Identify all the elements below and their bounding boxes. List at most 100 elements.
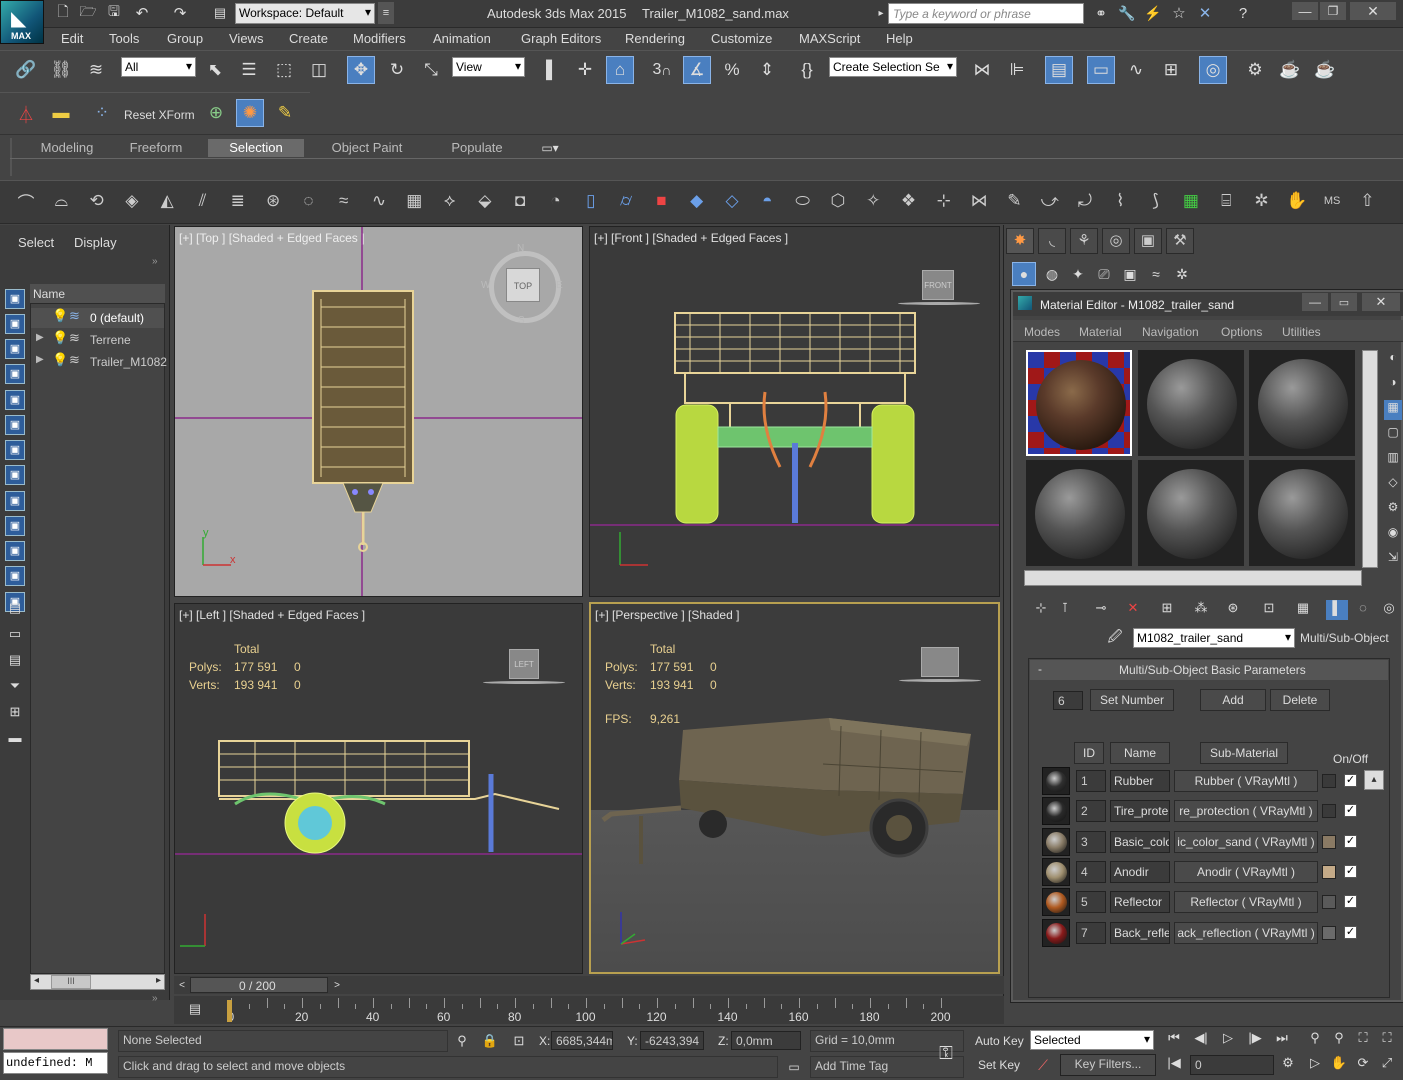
collapse-all-icon[interactable]: ▭ [6,626,24,644]
set-key-button[interactable]: Set Key [978,1058,1020,1072]
submaterial-row[interactable]: 5 Reflector Reflector ( VRayMtl ) ✓ [1038,888,1388,917]
material-id-icon[interactable]: ⊡ [1258,600,1280,620]
display-bones-icon[interactable]: ▣ [5,566,25,586]
cp-tab-display-icon[interactable]: ▣ [1134,228,1162,254]
ribbon-options-icon[interactable]: ▭▾ [535,139,565,157]
previous-frame-icon[interactable]: ◀| [1189,1030,1213,1052]
y-coordinate-field[interactable]: -6243,394 [640,1031,704,1050]
maximize-viewport-icon[interactable]: ⤢ [1376,1055,1398,1077]
submaterial-color-swatch[interactable] [1322,864,1336,879]
viewcube-front[interactable]: FRONT [922,270,954,300]
keyboard-shortcut-icon[interactable]: ⌂ [606,56,634,84]
next-frame-icon[interactable]: |▶ [1243,1030,1267,1052]
select-none-icon[interactable]: ▣ [5,314,25,334]
zoom-icon[interactable]: ⚲ [1304,1030,1326,1052]
explorer-tab-display[interactable]: Display [74,235,117,250]
me-menu-options[interactable]: Options [1221,325,1262,339]
display-shapes-icon[interactable]: ▣ [5,390,25,410]
cone-icon[interactable]: ◓ [753,187,781,215]
bulb-icon[interactable]: 💡 [52,352,68,368]
rollout-header[interactable]: - Multi/Sub-Object Basic Parameters [1030,660,1388,680]
axis-constraints-icon[interactable]: ⏃ [12,99,40,127]
submaterial-onoff-checkbox[interactable]: ✓ [1344,895,1357,909]
time-prev-icon[interactable]: < [175,977,189,993]
maxscript-icon[interactable]: MS [1318,187,1346,215]
video-color-icon[interactable]: ▥ [1384,450,1402,470]
me-menu-navigation[interactable]: Navigation [1142,325,1199,339]
spacewarps-icon[interactable]: ≈ [1144,262,1168,286]
noise-icon[interactable]: ◈ [118,187,146,215]
menu-rendering[interactable]: Rendering [625,31,685,46]
cp-tab-utilities-icon[interactable]: ⚒ [1166,228,1194,254]
cp-tab-create-icon[interactable]: ✸ [1006,228,1034,254]
spring-icon[interactable]: ⟆ [1142,187,1170,215]
display-helpers-icon[interactable]: ▣ [5,465,25,485]
submaterial-button[interactable]: Rubber ( VRayMtl ) [1174,770,1318,792]
column-submaterial-header[interactable]: Sub-Material [1200,742,1288,764]
ripple-icon[interactable]: ≈ [330,187,358,215]
explorer-row-trailer[interactable]: ▶ 💡 ≋ Trailer_M1082 [31,352,167,372]
select-scale-icon[interactable]: ⤡ [417,56,445,84]
menu-modifiers[interactable]: Modifiers [353,31,406,46]
sweep-icon[interactable]: ⤻ [1036,187,1064,215]
absolute-mode-icon[interactable]: ⊡ [509,1030,529,1052]
prism-icon[interactable]: ⬡ [824,187,852,215]
box-icon[interactable]: ◆ [683,187,711,215]
submaterial-name[interactable]: Reflector [1110,891,1170,914]
submaterial-button[interactable]: re_protection ( VRayMtl ) [1174,800,1318,823]
go-to-end-icon[interactable]: ⏭ [1270,1030,1294,1052]
pan-icon[interactable]: ✋ [1328,1055,1350,1077]
minimize-button[interactable]: — [1292,2,1318,20]
rollout-collapse-icon[interactable]: - [1038,662,1042,676]
lattice-icon[interactable]: ⟡ [436,187,464,215]
hierarchy-icon[interactable]: ⊞ [6,704,24,722]
submaterial-row[interactable]: 7 Back_refle ack_reflection ( VRayMtl ) ✓ [1038,918,1388,947]
sample-slot-4[interactable] [1026,460,1132,566]
viewcube-perspective[interactable] [921,647,959,677]
bind-space-warp-icon[interactable]: ≋ [82,56,110,84]
viewcube-left[interactable]: LEFT [509,649,539,679]
submaterial-row[interactable]: 2 Tire_prote re_protection ( VRayMtl ) ✓ [1038,797,1388,826]
go-forward-sibling-icon[interactable]: ◎ [1378,600,1400,620]
cylinder-icon[interactable]: ▯ [577,187,605,215]
scatter-icon[interactable]: ✲ [1248,187,1276,215]
submaterial-name[interactable]: Back_refle [1110,921,1170,944]
ribbon-tab-populate[interactable]: Populate [440,139,514,157]
time-next-icon[interactable]: > [330,977,344,993]
menu-maxscript[interactable]: MAXScript [799,31,860,46]
wave-icon[interactable]: ∿ [365,187,393,215]
twist-icon[interactable]: ⟲ [83,187,111,215]
display-groups-icon[interactable]: ▣ [5,516,25,536]
make-copy-icon[interactable]: ⊞ [1156,600,1178,620]
rect-region-icon[interactable]: ⬚ [270,56,298,84]
select-by-material-icon[interactable]: ◉ [1384,525,1402,545]
key-filter-selection-dropdown[interactable]: Selected [1030,1030,1154,1050]
filter-icon[interactable]: ⏷ [6,678,24,696]
layer-sort-icon[interactable]: ▬ [6,730,24,748]
open-file-icon[interactable]: 🗁 [78,0,98,26]
expand-all-icon[interactable]: ▤ [6,600,24,618]
save-file-icon[interactable]: 🖫 [104,0,124,26]
field-of-view-icon[interactable]: ▷ [1304,1055,1326,1077]
viewcube-top[interactable]: TOP [506,268,540,302]
material-type-button[interactable]: Multi/Sub-Object [1300,629,1396,648]
go-to-start-icon[interactable]: ⏮ [1162,1030,1186,1052]
column-name-header[interactable]: Name [1110,742,1170,764]
shell-icon[interactable]: ◘ [506,187,534,215]
ffd-icon[interactable]: ✎ [1000,187,1028,215]
bulb-icon[interactable]: 💡 [52,330,68,346]
submaterial-name[interactable]: Basic_colo [1110,830,1170,853]
app-logo[interactable]: MAX ◣ [0,0,44,44]
key-mode-icon[interactable]: ⚿ [930,1040,962,1066]
backlight-icon[interactable]: ◑ [1384,375,1402,395]
submaterial-onoff-checkbox[interactable]: ✓ [1344,864,1357,878]
close-button[interactable]: ✕ [1350,2,1396,20]
submaterial-row[interactable]: 1 Rubber Rubber ( VRayMtl ) ✓ [1038,767,1388,795]
graph-icon[interactable]: ⌇ [1106,187,1134,215]
submaterial-button[interactable]: Reflector ( VRayMtl ) [1174,891,1318,914]
menu-customize[interactable]: Customize [711,31,772,46]
submaterial-id[interactable]: 4 [1076,860,1106,883]
mirror-icon[interactable]: ⋈ [968,56,996,84]
display-geometry-icon[interactable]: ▣ [5,364,25,384]
display-spacewarps-icon[interactable]: ▣ [5,491,25,511]
